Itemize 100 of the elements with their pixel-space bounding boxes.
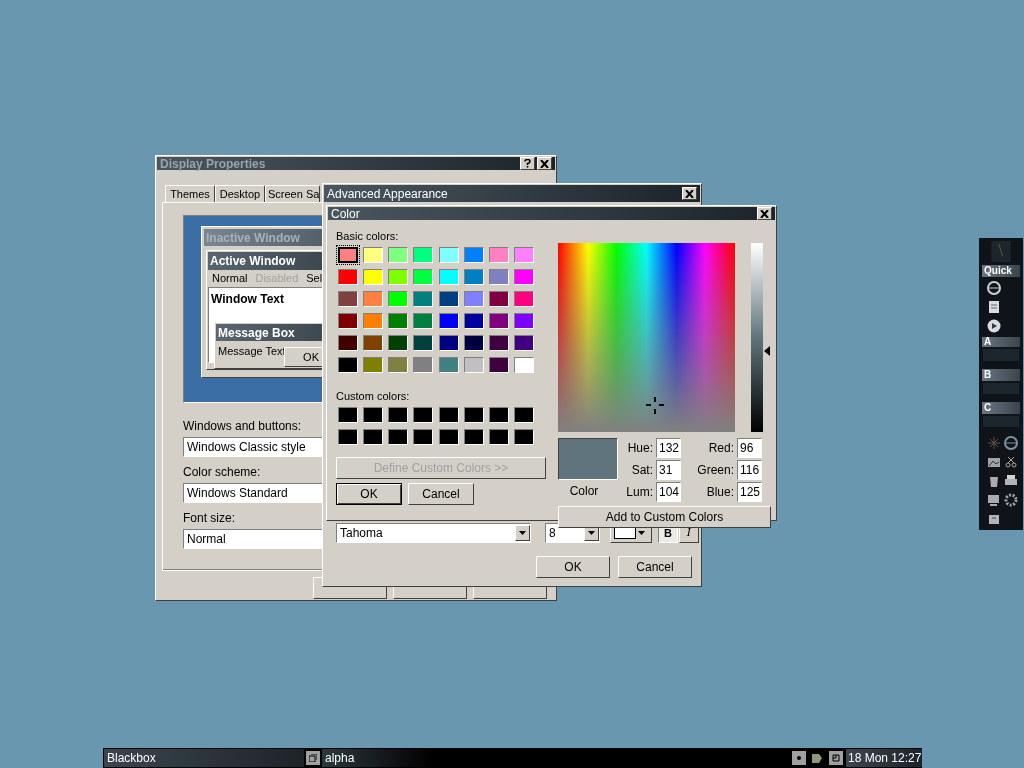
custom-color-swatch[interactable] bbox=[388, 407, 409, 423]
message-box-title: Message Box bbox=[218, 324, 295, 342]
color-swatch[interactable] bbox=[463, 335, 484, 351]
custom-color-swatch[interactable] bbox=[463, 429, 484, 445]
color-swatch[interactable] bbox=[463, 269, 484, 285]
color-swatch[interactable] bbox=[388, 269, 409, 285]
custom-color-swatch[interactable] bbox=[488, 429, 509, 445]
gear-icon[interactable] bbox=[1002, 492, 1019, 508]
value-field[interactable]: 132 bbox=[656, 438, 681, 458]
clock-text: 18 Mon 12:27 bbox=[846, 749, 922, 767]
custom-color-swatch[interactable] bbox=[488, 407, 509, 423]
tab[interactable]: Themes bbox=[165, 185, 215, 202]
color-swatch[interactable] bbox=[413, 269, 434, 285]
value-label: Hue: bbox=[626, 440, 653, 457]
color-swatch[interactable] bbox=[438, 269, 459, 285]
custom-color-swatch[interactable] bbox=[413, 429, 434, 445]
color-swatch[interactable] bbox=[488, 247, 509, 263]
add-to-custom-colors-button[interactable]: Add to Custom Colors bbox=[558, 506, 771, 528]
color-swatch[interactable] bbox=[388, 247, 409, 263]
field-label: Windows and buttons: bbox=[183, 418, 302, 435]
close-button[interactable] bbox=[682, 187, 697, 200]
color-swatch[interactable] bbox=[488, 313, 509, 329]
color-swatch[interactable] bbox=[413, 247, 434, 263]
color-swatch[interactable] bbox=[413, 357, 434, 373]
color-swatch[interactable] bbox=[388, 335, 409, 351]
custom-color-swatch[interactable] bbox=[438, 429, 459, 445]
custom-color-swatch[interactable] bbox=[338, 429, 358, 445]
color-swatch[interactable] bbox=[338, 313, 358, 329]
value-field[interactable]: 116 bbox=[737, 460, 762, 480]
dropdown-arrow-icon bbox=[588, 531, 595, 535]
color-swatch[interactable] bbox=[513, 335, 534, 351]
dialog-button[interactable]: Cancel bbox=[618, 556, 692, 578]
tray-app-icon[interactable] bbox=[810, 751, 824, 765]
color-swatch[interactable] bbox=[338, 269, 358, 285]
color-swatch[interactable] bbox=[463, 291, 484, 307]
document-icon[interactable] bbox=[986, 299, 1002, 316]
color-swatch[interactable] bbox=[513, 269, 534, 285]
dialog-button[interactable]: OK bbox=[536, 556, 610, 578]
color-swatch[interactable] bbox=[438, 335, 459, 351]
tray-button[interactable] bbox=[829, 751, 843, 765]
custom-color-swatch[interactable] bbox=[363, 407, 384, 423]
color-swatch[interactable] bbox=[413, 335, 434, 351]
custom-color-swatch[interactable] bbox=[513, 407, 534, 423]
value-field[interactable]: 104 bbox=[656, 482, 681, 502]
color-swatch[interactable] bbox=[488, 269, 509, 285]
color-swatch[interactable] bbox=[488, 335, 509, 351]
color-swatch[interactable] bbox=[488, 291, 509, 307]
value-field[interactable]: 31 bbox=[656, 460, 681, 480]
color-swatch[interactable] bbox=[513, 291, 534, 307]
color-swatch[interactable] bbox=[413, 313, 434, 329]
color-swatch[interactable] bbox=[338, 247, 358, 263]
custom-color-swatch[interactable] bbox=[438, 407, 459, 423]
close-button[interactable] bbox=[537, 157, 552, 170]
custom-color-swatch[interactable] bbox=[338, 407, 358, 423]
color-swatch[interactable] bbox=[363, 335, 384, 351]
color-swatch[interactable] bbox=[363, 247, 384, 263]
tab[interactable]: Desktop bbox=[215, 185, 265, 202]
computer-icon[interactable] bbox=[986, 492, 1002, 508]
dialog-button[interactable]: OK bbox=[336, 483, 402, 505]
color-swatch[interactable] bbox=[513, 313, 534, 329]
color-swatch[interactable] bbox=[338, 291, 358, 307]
color-swatch[interactable] bbox=[363, 269, 384, 285]
custom-color-swatch[interactable] bbox=[413, 407, 434, 423]
globe-icon[interactable] bbox=[986, 280, 1002, 297]
color-swatch[interactable] bbox=[363, 291, 384, 307]
dock-slot bbox=[983, 415, 1019, 427]
color-swatch[interactable] bbox=[363, 357, 384, 373]
custom-color-swatch[interactable] bbox=[388, 429, 409, 445]
color-swatch[interactable] bbox=[363, 313, 384, 329]
custom-color-swatch[interactable] bbox=[363, 429, 384, 445]
dialog-button[interactable]: Cancel bbox=[408, 483, 474, 505]
color-swatch[interactable] bbox=[388, 291, 409, 307]
color-swatch[interactable] bbox=[388, 357, 409, 373]
color-swatch[interactable] bbox=[513, 357, 534, 373]
color-swatch[interactable] bbox=[338, 357, 358, 373]
font-dropdown[interactable]: Tahoma bbox=[336, 523, 531, 543]
color-swatch[interactable] bbox=[513, 247, 534, 263]
color-swatch[interactable] bbox=[438, 247, 459, 263]
globe-icon[interactable] bbox=[1002, 435, 1019, 451]
dock-slot bbox=[983, 382, 1019, 394]
value-field[interactable]: 125 bbox=[737, 482, 762, 502]
value-field[interactable]: 96 bbox=[737, 438, 762, 458]
custom-color-swatch[interactable] bbox=[463, 407, 484, 423]
color-swatch[interactable] bbox=[338, 335, 358, 351]
custom-color-swatch[interactable] bbox=[513, 429, 534, 445]
window-list-button[interactable] bbox=[306, 751, 320, 765]
color-swatch[interactable] bbox=[413, 291, 434, 307]
play-icon[interactable] bbox=[986, 318, 1002, 335]
color-swatch[interactable] bbox=[438, 357, 459, 373]
tray-button[interactable] bbox=[792, 751, 806, 765]
close-button[interactable] bbox=[757, 207, 772, 220]
color-swatch[interactable] bbox=[463, 247, 484, 263]
color-swatch[interactable] bbox=[463, 313, 484, 329]
scissors-icon[interactable] bbox=[1002, 454, 1019, 470]
color-swatch[interactable] bbox=[388, 313, 409, 329]
color-swatch[interactable] bbox=[463, 357, 484, 373]
color-swatch[interactable] bbox=[438, 313, 459, 329]
color-swatch[interactable] bbox=[488, 357, 509, 373]
color-swatch[interactable] bbox=[438, 291, 459, 307]
help-button[interactable] bbox=[520, 157, 535, 170]
